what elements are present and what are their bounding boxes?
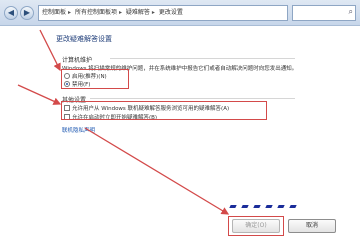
divider bbox=[90, 98, 295, 99]
privacy-statement-link[interactable]: 联机隐私声明 bbox=[62, 126, 95, 134]
breadcrumb-separator: ▸ bbox=[118, 9, 122, 16]
dash-mark bbox=[265, 205, 273, 208]
forward-arrow-icon: ▶ bbox=[23, 8, 31, 17]
ok-button[interactable]: 确定(O) bbox=[232, 219, 280, 233]
cancel-button[interactable]: 取消 bbox=[288, 219, 336, 233]
search-icon[interactable]: ⌕ bbox=[349, 7, 353, 17]
dash-mark bbox=[289, 205, 297, 208]
divider bbox=[110, 58, 295, 59]
dashed-underline bbox=[229, 205, 297, 215]
breadcrumb-separator: ▸ bbox=[68, 9, 72, 16]
annotation-arrows bbox=[17, 29, 230, 215]
search-input[interactable]: ⌕ bbox=[292, 5, 356, 21]
breadcrumb-item[interactable]: 疑难解答 bbox=[126, 9, 150, 16]
dash-mark bbox=[277, 205, 285, 208]
page-title: 更改疑难解答设置 bbox=[56, 35, 112, 43]
breadcrumb-item[interactable]: 所有控制面板项 bbox=[75, 9, 117, 16]
back-button[interactable]: ◀ bbox=[4, 6, 18, 20]
breadcrumb-item[interactable]: 控制面板 bbox=[42, 9, 66, 16]
dash-mark bbox=[229, 205, 237, 208]
dash-mark bbox=[241, 205, 249, 208]
navigation-bar: ◀ ▶ 控制面板 ▸ 所有控制面板项 ▸ 疑难解答 ▸ 更改设置 ⌕ bbox=[0, 0, 360, 26]
highlight-box bbox=[61, 101, 267, 120]
breadcrumb-item[interactable]: 更改设置 bbox=[159, 9, 183, 16]
arrow-to-checkboxes bbox=[17, 84, 62, 105]
arrow-to-ok-button bbox=[84, 127, 230, 215]
forward-button[interactable]: ▶ bbox=[20, 6, 34, 20]
section-title-maintenance: 计算机维护 bbox=[62, 57, 93, 64]
back-arrow-icon: ◀ bbox=[7, 8, 15, 17]
dialog-buttons: 确定(O) 取消 bbox=[218, 216, 348, 236]
highlight-box bbox=[61, 69, 129, 89]
breadcrumb-separator: ▸ bbox=[151, 9, 155, 16]
dash-mark bbox=[253, 205, 261, 208]
address-bar[interactable]: 控制面板 ▸ 所有控制面板项 ▸ 疑难解答 ▸ 更改设置 bbox=[38, 5, 288, 21]
